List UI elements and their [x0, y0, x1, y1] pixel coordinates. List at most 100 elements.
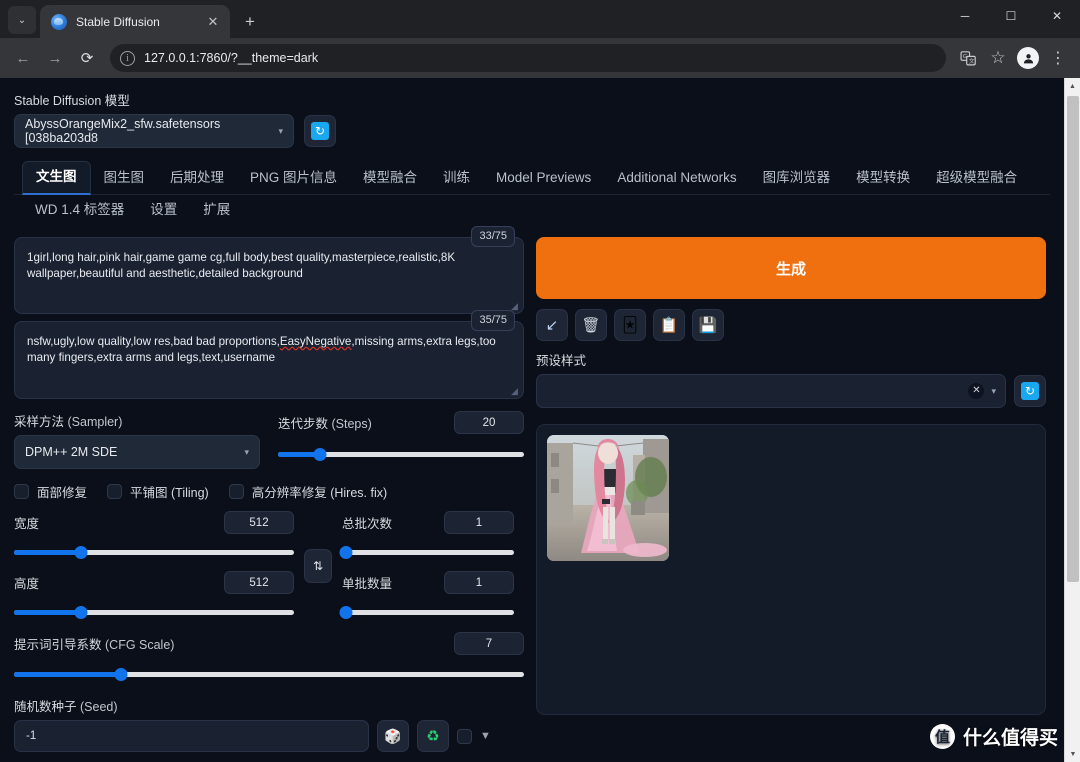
- window-close-button[interactable]: ✕: [1034, 0, 1080, 32]
- style-card-icon: 🃏: [622, 316, 638, 334]
- generate-button[interactable]: 生成: [536, 237, 1046, 300]
- apply-style-button[interactable]: 📋: [653, 309, 685, 342]
- address-bar[interactable]: i 127.0.0.1:7860/?__theme=dark: [110, 44, 946, 72]
- batch-count-input[interactable]: 1: [444, 511, 514, 535]
- checkbox-box[interactable]: [107, 484, 123, 500]
- translate-icon[interactable]: G 文: [954, 44, 982, 72]
- clear-icon[interactable]: ✕: [968, 383, 985, 400]
- tab-extensions[interactable]: 扩展: [190, 195, 243, 226]
- slider-knob[interactable]: [114, 667, 128, 681]
- clear-prompt-button[interactable]: 🗑: [575, 309, 607, 342]
- caret-down-icon[interactable]: ▼: [480, 730, 491, 742]
- minimize-button[interactable]: ─: [942, 0, 988, 32]
- tab-image-browser[interactable]: 图库浏览器: [750, 163, 844, 194]
- seed-label-cn: 随机数种子: [14, 700, 77, 715]
- tab-search-button[interactable]: ⌄: [8, 6, 36, 34]
- cfg-value-input[interactable]: 7: [454, 632, 524, 656]
- maximize-button[interactable]: ☐: [988, 0, 1034, 32]
- webui-tab-bar-row2: WD 1.4 标签器 设置 扩展: [14, 195, 1050, 226]
- slider-knob[interactable]: [74, 545, 88, 559]
- slider-knob[interactable]: [339, 605, 353, 619]
- sampler-label: 采样方法 (Sampler): [14, 411, 260, 430]
- tab-train[interactable]: 训练: [430, 163, 483, 194]
- reuse-seed-button[interactable]: ♻: [417, 720, 449, 753]
- new-tab-button[interactable]: +: [236, 7, 264, 35]
- batch-size-input[interactable]: 1: [444, 571, 514, 595]
- sampler-group: 采样方法 (Sampler) DPM++ 2M SDE ▾: [14, 411, 260, 470]
- smzdm-logo-icon: 值: [929, 724, 955, 749]
- steps-group: 迭代步数 (Steps) 20: [278, 411, 524, 469]
- height-slider[interactable]: [14, 604, 294, 620]
- profile-button[interactable]: [1014, 44, 1042, 72]
- styles-row: ✕ ▾ ↻: [536, 374, 1046, 409]
- scroll-up-arrow-icon[interactable]: ▲: [1065, 78, 1080, 94]
- sampler-value: DPM++ 2M SDE: [25, 445, 118, 460]
- scrollbar-thumb[interactable]: [1067, 96, 1079, 582]
- gallery-thumbnail[interactable]: [547, 435, 669, 562]
- slider-fill: [14, 549, 82, 555]
- tab-model-converter[interactable]: 模型转换: [843, 163, 923, 194]
- checkbox-box[interactable]: [14, 484, 29, 500]
- page-scrollbar[interactable]: ▲ ▼: [1064, 78, 1080, 762]
- tab-wd14-tagger[interactable]: WD 1.4 标签器: [22, 195, 137, 226]
- tab-additional-networks[interactable]: Additional Networks: [604, 163, 749, 194]
- cfg-slider[interactable]: [14, 666, 524, 682]
- browser-toolbar: ← → ⟳ i 127.0.0.1:7860/?__theme=dark G 文…: [0, 38, 1080, 78]
- width-slider[interactable]: [14, 544, 294, 560]
- refresh-models-button[interactable]: ↻: [304, 115, 336, 147]
- back-button[interactable]: ←: [8, 43, 38, 73]
- bookmark-star-icon[interactable]: ☆: [984, 44, 1012, 72]
- site-info-icon[interactable]: i: [120, 50, 135, 66]
- tab-settings[interactable]: 设置: [137, 195, 190, 226]
- sampler-select[interactable]: DPM++ 2M SDE ▾: [14, 435, 260, 470]
- checkbox-box[interactable]: [228, 484, 244, 500]
- browser-tab-stable-diffusion[interactable]: Stable Diffusion ✕: [40, 5, 230, 38]
- height-value-input[interactable]: 512: [224, 571, 294, 595]
- prompt-tool-row: ↙ 🗑 🃏 📋 💾: [536, 309, 1046, 342]
- left-column: 33/75 1girl,long hair,pink hair,game gam…: [14, 226, 524, 762]
- tab-supermerger[interactable]: 超级模型融合: [923, 163, 1030, 194]
- resize-grip-icon[interactable]: ◢: [511, 387, 520, 396]
- positive-token-counter: 33/75: [471, 226, 515, 247]
- tab-extras[interactable]: 后期处理: [157, 163, 237, 194]
- toggle-row: 面部修复 平铺图 (Tiling) 高分辨率修复 (Hires. fix): [14, 482, 524, 501]
- scroll-down-arrow-icon[interactable]: ▼: [1065, 746, 1080, 762]
- steps-value-input[interactable]: 20: [454, 411, 524, 435]
- resize-grip-icon[interactable]: ◢: [511, 302, 520, 311]
- negative-prompt-wrapper: 35/75 nsfw,ugly,low quality,low res,bad …: [14, 310, 524, 400]
- tab-checkpoint-merger[interactable]: 模型融合: [350, 163, 430, 194]
- checkbox-tiling[interactable]: 平铺图 (Tiling): [107, 482, 209, 501]
- steps-label: 迭代步数 (Steps): [278, 413, 372, 432]
- batch-size-slider[interactable]: [339, 604, 514, 620]
- arrow-down-left-icon-button[interactable]: ↙: [536, 309, 568, 342]
- checkbox-restore-faces[interactable]: 面部修复: [14, 482, 87, 501]
- tab-img2img[interactable]: 图生图: [91, 163, 158, 194]
- slider-knob[interactable]: [339, 545, 353, 559]
- swap-dimensions-button[interactable]: ⇅: [304, 548, 332, 583]
- tab-png-info[interactable]: PNG 图片信息: [237, 163, 350, 194]
- close-icon[interactable]: ✕: [204, 13, 222, 31]
- seed-input[interactable]: -1: [14, 720, 369, 753]
- random-seed-button[interactable]: 🎲: [377, 720, 409, 753]
- styles-select[interactable]: ✕ ▾: [536, 374, 1006, 409]
- batch-count-slider[interactable]: [339, 544, 514, 560]
- show-extra-networks-button[interactable]: 🃏: [614, 309, 646, 342]
- tab-txt2img[interactable]: 文生图: [22, 161, 91, 195]
- tab-model-previews[interactable]: Model Previews: [483, 163, 604, 194]
- refresh-styles-button[interactable]: ↻: [1014, 375, 1046, 408]
- model-select[interactable]: AbyssOrangeMix2_sfw.safetensors [038ba20…: [14, 114, 294, 148]
- slider-knob[interactable]: [74, 605, 88, 619]
- slider-knob[interactable]: [313, 447, 327, 461]
- negative-prompt-input[interactable]: nsfw,ugly,low quality,low res,bad bad pr…: [14, 321, 524, 400]
- webui-page: Stable Diffusion 模型 AbyssOrangeMix2_sfw.…: [0, 78, 1064, 762]
- slider-track: [342, 549, 514, 555]
- width-value-input[interactable]: 512: [224, 511, 294, 535]
- forward-button[interactable]: →: [40, 43, 70, 73]
- checkbox-hires-fix[interactable]: 高分辨率修复 (Hires. fix): [228, 482, 387, 501]
- extra-seed-checkbox[interactable]: [457, 728, 472, 744]
- positive-prompt-input[interactable]: 1girl,long hair,pink hair,game game cg,f…: [14, 237, 524, 315]
- save-style-button[interactable]: 💾: [692, 309, 724, 342]
- browser-menu-icon[interactable]: ⋮: [1044, 44, 1072, 72]
- steps-slider[interactable]: [278, 446, 524, 462]
- reload-button[interactable]: ⟳: [72, 43, 102, 73]
